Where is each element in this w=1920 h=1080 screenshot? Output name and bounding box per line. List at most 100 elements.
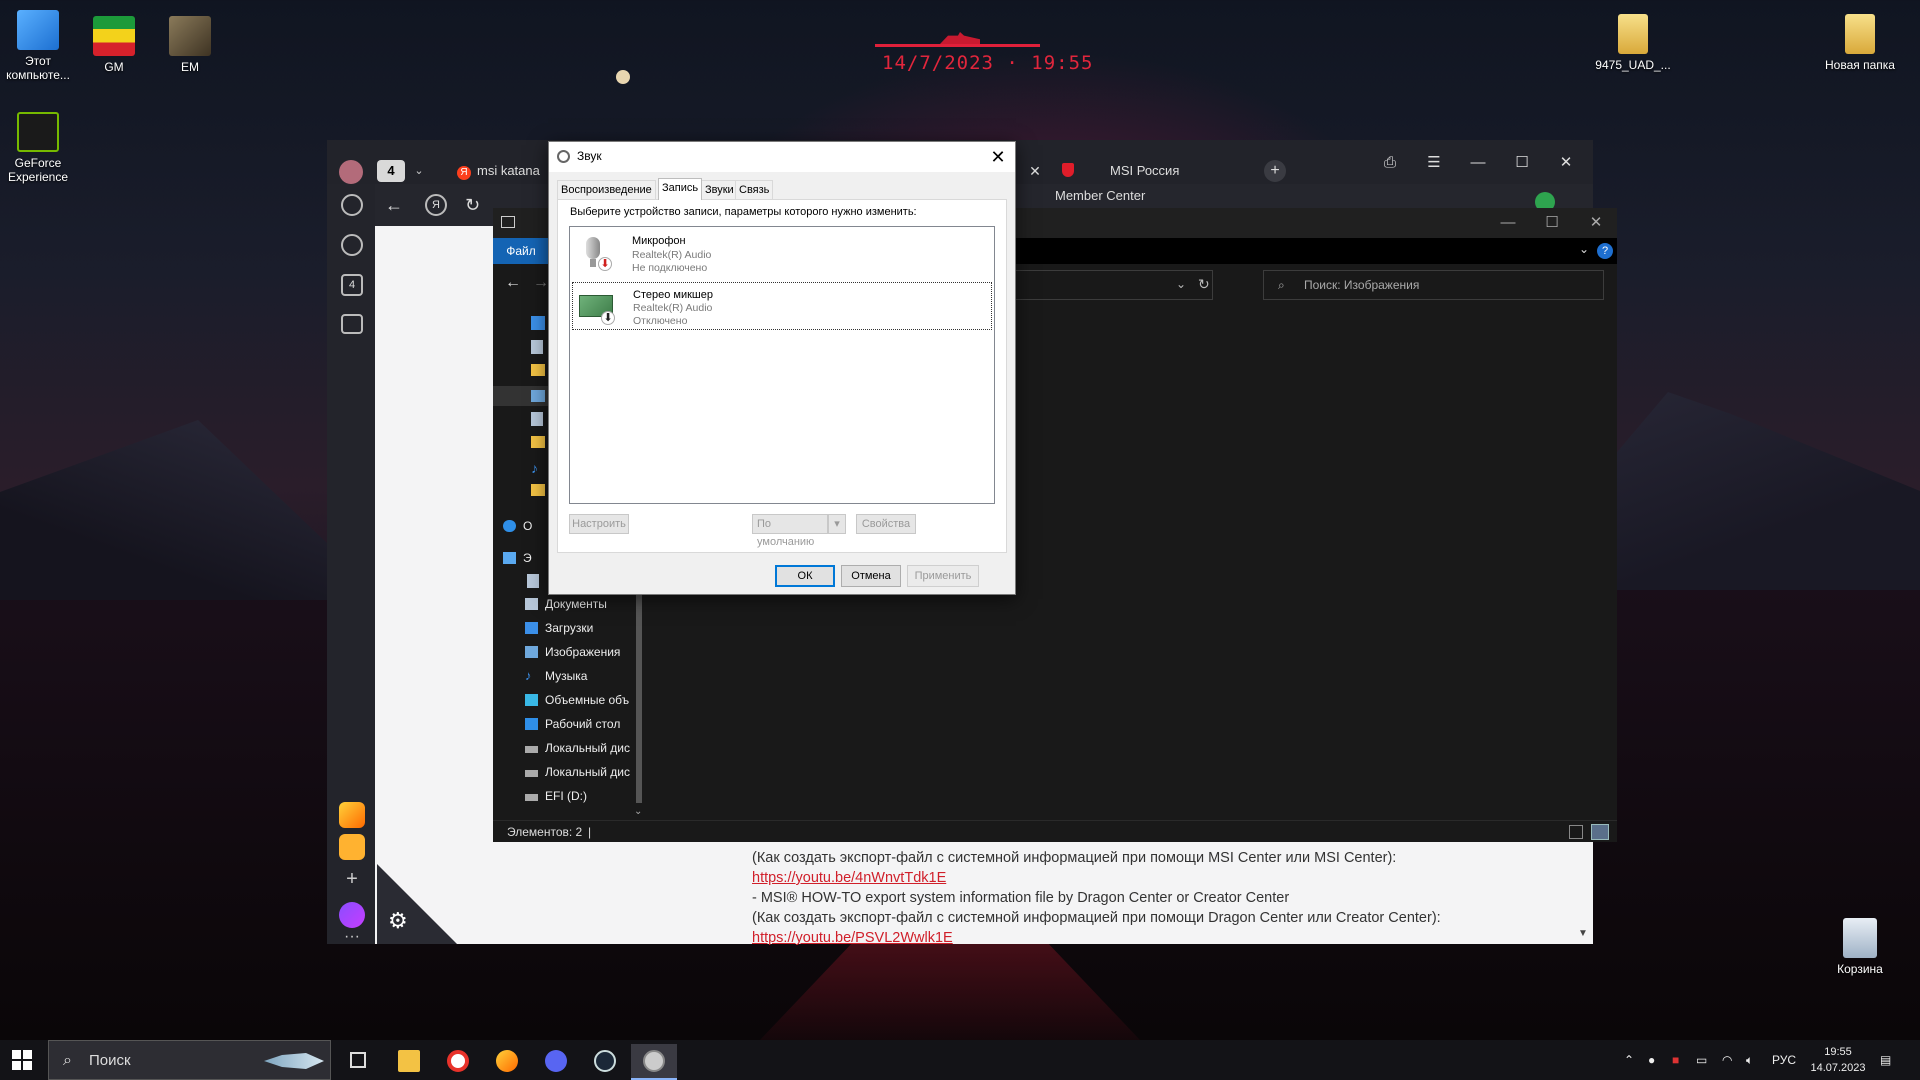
maximize-button[interactable]: ☐: [1507, 148, 1537, 178]
add-panel-icon[interactable]: +: [339, 866, 365, 892]
document-icon: [531, 412, 543, 426]
new-tab-button[interactable]: +: [1264, 160, 1286, 182]
set-default-button[interactable]: По умолчанию: [752, 514, 828, 548]
details-view-icon[interactable]: [1569, 825, 1583, 839]
scroll-down-icon[interactable]: ▼: [1578, 928, 1588, 939]
wallpaper-mountain-left: [0, 420, 330, 600]
minimize-button[interactable]: —: [1463, 148, 1493, 178]
scroll-down-icon[interactable]: ⌄: [634, 806, 642, 817]
screenshot-icon[interactable]: [341, 314, 363, 334]
taskbar-app-explorer[interactable]: [386, 1044, 432, 1080]
play-icon[interactable]: [341, 234, 363, 256]
device-row-stereo-mix[interactable]: ⬇ Стерео микшер Realtek(R) Audio Отключе…: [572, 282, 992, 330]
maximize-button[interactable]: ☐: [1537, 208, 1567, 238]
reload-icon[interactable]: ↻: [465, 194, 487, 216]
tray-msi-icon[interactable]: ■: [1672, 1040, 1679, 1080]
music-app-icon[interactable]: [339, 802, 365, 828]
configure-button[interactable]: Настроить: [569, 514, 629, 534]
forward-icon[interactable]: →: [533, 274, 549, 292]
taskbar-app-discord[interactable]: [533, 1044, 579, 1080]
alice-assistant-icon[interactable]: [339, 902, 365, 928]
desktop-icon-uad[interactable]: 9475_UAD_...: [1595, 14, 1671, 72]
properties-button[interactable]: Свойства: [856, 514, 916, 534]
explorer-file-tab[interactable]: Файл: [493, 238, 549, 264]
chevron-up-icon[interactable]: ⌃: [1624, 1040, 1634, 1080]
taskbar-search-box[interactable]: ⌕ Поиск: [48, 1040, 331, 1080]
menu-icon[interactable]: ☰: [1419, 148, 1449, 178]
chevron-down-icon[interactable]: ⌄: [1579, 242, 1589, 256]
language-indicator[interactable]: РУС: [1772, 1040, 1796, 1080]
close-icon[interactable]: ✕: [1024, 160, 1046, 182]
set-default-dropdown[interactable]: ▾: [828, 514, 846, 534]
back-icon[interactable]: ←: [505, 274, 521, 292]
desktop-icon-label: GeForce Experience: [7, 156, 69, 184]
chevron-down-icon[interactable]: ⌄: [1176, 277, 1186, 291]
desktop-icon-label: GM: [104, 60, 124, 74]
minimize-button[interactable]: —: [1493, 208, 1523, 238]
tab-playback[interactable]: Воспроизведение: [557, 180, 656, 199]
tree-item-this-pc[interactable]: Э: [503, 548, 532, 568]
page-link[interactable]: https://youtu.be/PSVL2Wwlk1E: [752, 928, 953, 948]
start-button[interactable]: [12, 1050, 32, 1070]
taskbar-app-yandex-browser[interactable]: [435, 1044, 481, 1080]
tree-item-images[interactable]: Изображения: [525, 642, 620, 662]
tree-item-local-disk[interactable]: Локальный дис: [525, 762, 630, 782]
mail-app-icon[interactable]: [339, 834, 365, 860]
desktop-icon-recycle-bin[interactable]: Корзина: [1822, 918, 1898, 976]
desktop-icon-geforce[interactable]: GeForce Experience: [0, 112, 76, 184]
tab-sounds[interactable]: Звуки: [701, 180, 738, 199]
yandex-home-icon[interactable]: Я: [425, 194, 447, 216]
close-button[interactable]: ✕: [985, 144, 1011, 170]
battery-icon[interactable]: ▭: [1696, 1040, 1707, 1080]
explorer-search-input[interactable]: ⌕ Поиск: Изображения: [1263, 270, 1604, 300]
bookmark-icon[interactable]: ⎙: [1375, 148, 1405, 178]
volume-icon[interactable]: 🔈︎: [1746, 1040, 1753, 1080]
chevron-down-icon[interactable]: ⌄: [409, 160, 429, 182]
help-icon[interactable]: ?: [1597, 243, 1613, 259]
tab-recording[interactable]: Запись: [658, 178, 703, 200]
large-icons-view-icon[interactable]: [1591, 824, 1609, 840]
gear-icon[interactable]: ⚙: [388, 910, 410, 932]
more-icon[interactable]: ···: [339, 929, 365, 946]
close-button[interactable]: ✕: [1581, 208, 1611, 238]
desktop-icon-em[interactable]: EM: [152, 16, 228, 74]
tree-item-onedrive[interactable]: О: [503, 516, 532, 536]
tray-app-icon[interactable]: ●: [1648, 1040, 1655, 1080]
tree-item-desktop[interactable]: Рабочий стол: [525, 714, 620, 734]
desktop-icon-new-folder[interactable]: Новая папка: [1822, 14, 1898, 72]
taskbar-app-sound-settings[interactable]: [631, 1044, 677, 1080]
microphone-icon: ⬇: [578, 235, 614, 271]
tree-item-local-disk[interactable]: Локальный дис: [525, 738, 630, 758]
ok-button[interactable]: ОК: [775, 565, 835, 587]
desktop-icon-this-pc[interactable]: Этот компьюте...: [0, 10, 76, 82]
history-icon[interactable]: [341, 194, 363, 216]
task-view-button[interactable]: [336, 1044, 382, 1080]
computer-icon: [503, 552, 516, 564]
cancel-button[interactable]: Отмена: [841, 565, 901, 587]
taskbar-clock[interactable]: 19:55 14.07.2023: [1808, 1044, 1868, 1076]
apply-button[interactable]: Применить: [907, 565, 979, 587]
device-row-microphone[interactable]: ⬇ Микрофон Realtek(R) Audio Не подключен…: [572, 229, 992, 277]
taskbar-search-placeholder: Поиск: [89, 1052, 131, 1069]
tabs-badge-icon[interactable]: 4: [341, 274, 363, 296]
desktop-icon-gm[interactable]: GM: [76, 16, 152, 74]
downloads-icon: [525, 622, 538, 634]
profile-avatar[interactable]: [339, 160, 363, 184]
recycle-bin-icon: [1843, 918, 1877, 958]
taskbar-app-yandex-music[interactable]: [484, 1044, 530, 1080]
tab-count-button[interactable]: 4: [377, 160, 405, 182]
refresh-icon[interactable]: ↻: [1198, 276, 1210, 293]
tree-item-documents[interactable]: Документы: [525, 594, 607, 614]
back-icon[interactable]: ←: [385, 194, 409, 216]
folder-icon: [531, 436, 545, 448]
page-link[interactable]: https://youtu.be/4nWnvtTdk1E: [752, 868, 946, 888]
tree-item-music[interactable]: ♪ Музыка: [525, 666, 587, 686]
close-button[interactable]: ✕: [1551, 148, 1581, 178]
tab-communications[interactable]: Связь: [735, 180, 774, 199]
wifi-icon[interactable]: ◠: [1722, 1040, 1732, 1080]
tree-item-downloads[interactable]: Загрузки: [525, 618, 593, 638]
notification-icon[interactable]: ▤: [1880, 1040, 1891, 1080]
tree-item-efi-drive[interactable]: EFI (D:): [525, 786, 587, 806]
tree-item-3d-objects[interactable]: Объемные объ: [525, 690, 629, 710]
taskbar-app-steam[interactable]: [582, 1044, 628, 1080]
